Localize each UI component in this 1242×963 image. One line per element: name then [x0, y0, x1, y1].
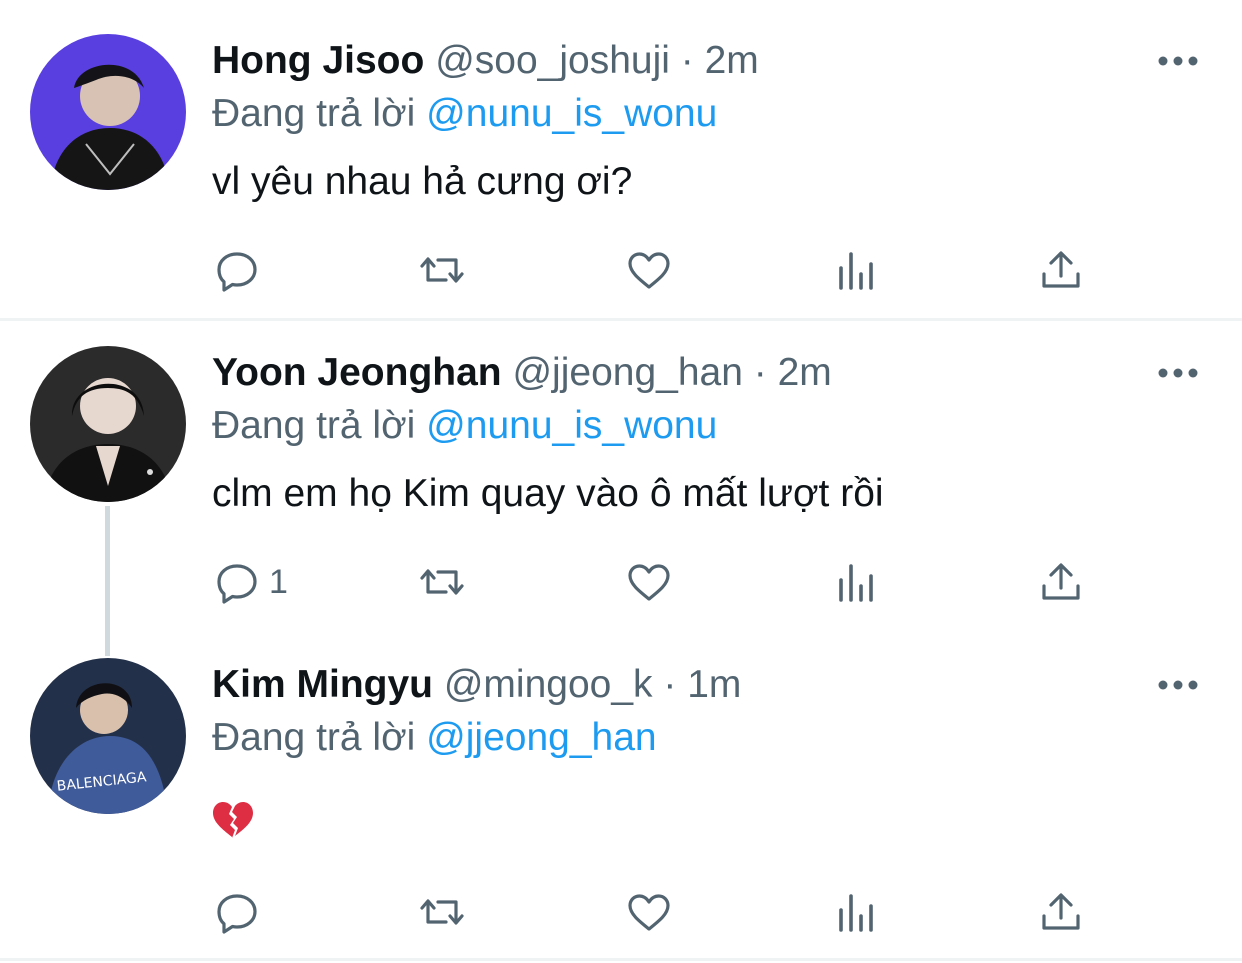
- share-icon: [1037, 558, 1085, 606]
- display-name[interactable]: Kim Mingyu: [212, 663, 433, 706]
- display-name[interactable]: Yoon Jeonghan: [212, 351, 502, 394]
- analytics-icon: [831, 246, 879, 294]
- like-button[interactable]: [625, 552, 673, 612]
- retweet-button[interactable]: [418, 552, 466, 612]
- user-handle[interactable]: @jjeong_han: [512, 351, 742, 394]
- like-icon: [625, 558, 673, 606]
- retweet-icon: [418, 246, 466, 294]
- mention-link[interactable]: @nunu_is_wonu: [426, 92, 717, 135]
- avatar[interactable]: [30, 346, 186, 502]
- user-handle[interactable]: @mingoo_k: [444, 663, 653, 706]
- avatar[interactable]: BALENCIAGA: [30, 658, 186, 814]
- analytics-icon: [831, 558, 879, 606]
- replying-to: Đang trả lời @nunu_is_wonu: [212, 89, 717, 139]
- tweet-actions: [0, 240, 1242, 300]
- mention-link[interactable]: @jjeong_han: [426, 716, 656, 759]
- separator-dot: ·: [680, 39, 694, 82]
- avatar-image: BALENCIAGA: [30, 658, 186, 814]
- avatar-image: [30, 346, 186, 502]
- retweet-icon: [418, 558, 466, 606]
- reply-icon: [213, 246, 261, 294]
- replying-prefix: Đang trả lời: [212, 404, 416, 447]
- separator-dot: ·: [753, 351, 767, 394]
- separator-dot: ·: [663, 663, 677, 706]
- timestamp[interactable]: 2m: [705, 39, 759, 82]
- reply-icon: [213, 558, 261, 606]
- display-name[interactable]: Hong Jisoo: [212, 39, 424, 82]
- analytics-button[interactable]: [831, 882, 879, 942]
- like-button[interactable]: [625, 882, 673, 942]
- like-button[interactable]: [625, 240, 673, 300]
- like-icon: [625, 246, 673, 294]
- more-icon: [1156, 51, 1200, 71]
- tweet-header: Yoon Jeonghan @jjeong_han · 2m: [212, 348, 832, 398]
- reply-button[interactable]: [213, 240, 269, 300]
- retweet-button[interactable]: [418, 882, 466, 942]
- more-icon: [1156, 363, 1200, 383]
- tweet-text: clm em họ Kim quay vào ô mất lượt rồi: [212, 472, 884, 515]
- tweet-actions: 1: [0, 552, 1242, 612]
- share-icon: [1037, 888, 1085, 936]
- replying-prefix: Đang trả lời: [212, 716, 416, 759]
- tweet-header: Hong Jisoo @soo_joshuji · 2m: [212, 36, 759, 86]
- share-button[interactable]: [1037, 882, 1085, 942]
- analytics-icon: [831, 888, 879, 936]
- more-options-button[interactable]: [1156, 363, 1200, 383]
- avatar[interactable]: [30, 34, 186, 190]
- replying-to: Đang trả lời @nunu_is_wonu: [212, 401, 717, 451]
- tweet-2[interactable]: Yoon Jeonghan @jjeong_han · 2m Đang trả …: [0, 322, 1242, 642]
- analytics-button[interactable]: [831, 240, 879, 300]
- tweet-text: vl yêu nhau hả cưng ơi?: [212, 160, 633, 203]
- replying-prefix: Đang trả lời: [212, 92, 416, 135]
- retweet-icon: [418, 888, 466, 936]
- broken-heart-icon: [212, 801, 254, 839]
- more-icon: [1156, 675, 1200, 695]
- user-handle[interactable]: @soo_joshuji: [435, 39, 670, 82]
- reply-button[interactable]: [213, 882, 269, 942]
- mention-link[interactable]: @nunu_is_wonu: [426, 404, 717, 447]
- tweet-divider: [0, 958, 1242, 961]
- more-options-button[interactable]: [1156, 51, 1200, 71]
- reply-button[interactable]: 1: [213, 552, 288, 612]
- tweet-1[interactable]: Hong Jisoo @soo_joshuji · 2m Đang trả lờ…: [0, 0, 1242, 318]
- replying-to: Đang trả lời @jjeong_han: [212, 713, 657, 763]
- retweet-button[interactable]: [418, 240, 466, 300]
- reply-icon: [213, 888, 261, 936]
- tweet-3[interactable]: BALENCIAGA Kim Mingyu @mingoo_k · 1m Đan…: [0, 642, 1242, 958]
- tweet-actions: [0, 882, 1242, 942]
- share-button[interactable]: [1037, 240, 1085, 300]
- reply-count: 1: [269, 562, 288, 601]
- share-button[interactable]: [1037, 552, 1085, 612]
- timestamp[interactable]: 1m: [687, 663, 741, 706]
- tweet-divider: [0, 318, 1242, 321]
- share-icon: [1037, 246, 1085, 294]
- more-options-button[interactable]: [1156, 675, 1200, 695]
- analytics-button[interactable]: [831, 552, 879, 612]
- tweet-header: Kim Mingyu @mingoo_k · 1m: [212, 660, 741, 710]
- avatar-image: [30, 34, 186, 190]
- timestamp[interactable]: 2m: [778, 351, 832, 394]
- like-icon: [625, 888, 673, 936]
